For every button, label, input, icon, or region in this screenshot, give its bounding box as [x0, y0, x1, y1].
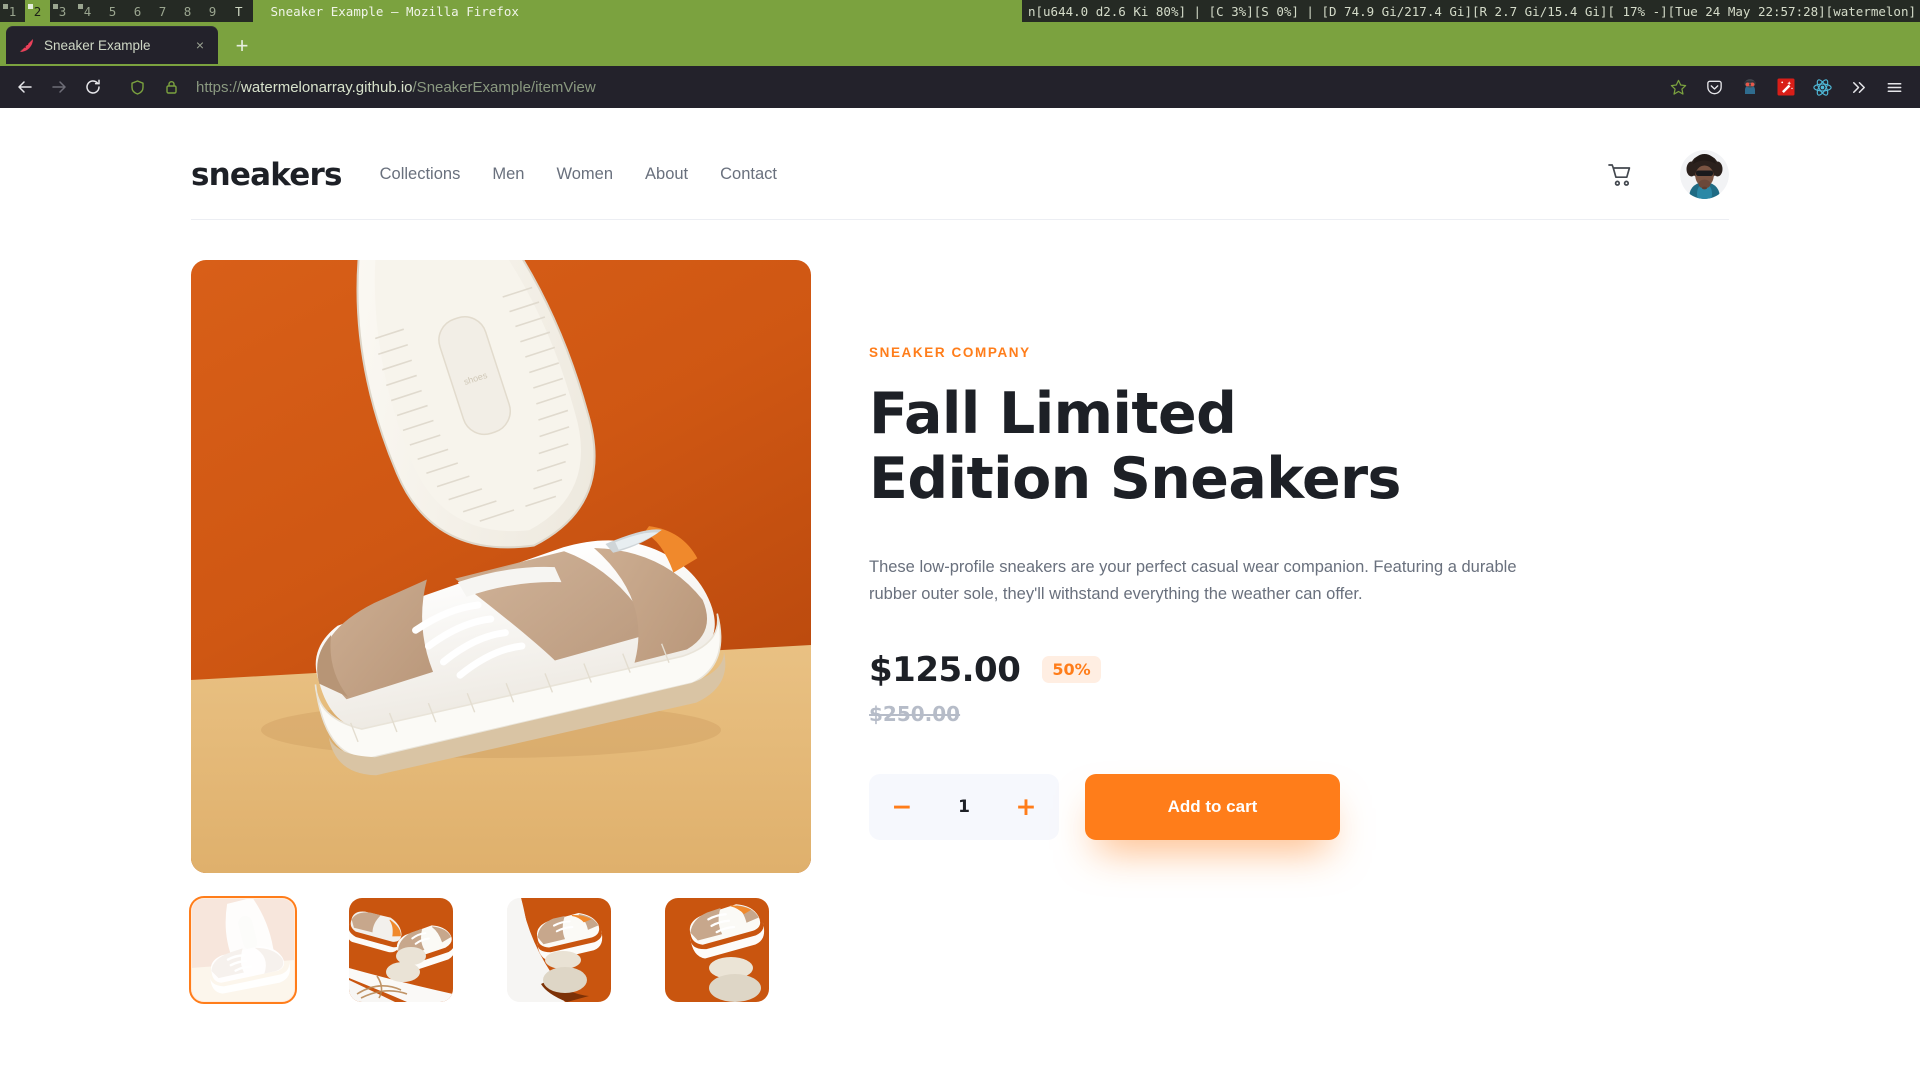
tag-label: 2: [33, 3, 42, 19]
product-section: shoes SNEAKER COMPANY Fall Limited Editi…: [189, 220, 1729, 1004]
product-gallery: shoes: [189, 260, 811, 1004]
nav-link-contact[interactable]: Contact: [720, 165, 777, 184]
browser-tab-strip: Sneaker Example × +: [0, 22, 1920, 66]
product-hero-image[interactable]: shoes: [191, 260, 811, 873]
discount-badge: 50%: [1042, 656, 1101, 684]
site-container: sneakers Collections Men Women About Con…: [189, 108, 1729, 1004]
nav-link-men[interactable]: Men: [492, 165, 524, 184]
avatar[interactable]: [1680, 150, 1729, 199]
thumbnail-2[interactable]: [349, 898, 453, 1002]
forward-arrow-icon[interactable]: [42, 72, 76, 102]
workspace-tag-5[interactable]: 5: [100, 0, 125, 22]
overflow-chevrons-icon[interactable]: [1840, 72, 1876, 102]
browser-navigation-bar: https://watermelonarray.github.io/Sneake…: [0, 66, 1920, 108]
tag-label: 7: [158, 3, 167, 19]
product-actions: − 1 + Add to cart: [869, 773, 1569, 840]
layout-label: T: [235, 3, 243, 19]
tag-indicator-icon: [53, 4, 58, 9]
tag-indicator-icon: [3, 4, 8, 9]
tag-label: 6: [133, 3, 142, 19]
url-bar[interactable]: https://watermelonarray.github.io/Sneake…: [188, 72, 1660, 102]
react-devtools-icon[interactable]: [1804, 72, 1840, 102]
add-to-cart-button[interactable]: Add to cart: [1085, 773, 1340, 840]
product-brand-eyebrow: SNEAKER COMPANY: [869, 345, 1031, 360]
tag-label: 1: [8, 3, 17, 19]
thumbnail-3[interactable]: [507, 898, 611, 1002]
url-host: watermelonarray.github.io: [241, 78, 413, 96]
tab-title: Sneaker Example: [44, 37, 151, 53]
workspace-tag-4[interactable]: 4: [75, 0, 100, 22]
browser-toolbar-actions: [1660, 72, 1912, 102]
main-navigation: Collections Men Women About Contact: [380, 165, 777, 184]
hamburger-menu-icon[interactable]: [1876, 72, 1912, 102]
wm-system-status: n[u644.0 d2.6 Ki 80%] | [C 3%][S 0%] | […: [1021, 0, 1920, 22]
browser-tab[interactable]: Sneaker Example ×: [6, 26, 218, 64]
reload-icon[interactable]: [76, 72, 110, 102]
quantity-value: 1: [958, 796, 970, 817]
layout-indicator[interactable]: T: [225, 0, 253, 22]
url-path: /SneakerExample/itemView: [412, 78, 596, 96]
tag-label: 3: [58, 3, 67, 19]
shield-icon[interactable]: [120, 72, 154, 102]
site-header: sneakers Collections Men Women About Con…: [191, 130, 1729, 220]
tag-label: 9: [208, 3, 217, 19]
workspace-tag-7[interactable]: 7: [150, 0, 175, 22]
increment-button[interactable]: +: [1015, 794, 1037, 819]
window-manager-status-bar: 1 2 3 4 5 6 7 8 9 T Sneaker Example — Mo…: [0, 0, 1920, 22]
url-scheme: https://: [196, 78, 242, 96]
magic-wand-extension-icon[interactable]: [1768, 72, 1804, 102]
lock-icon[interactable]: [154, 72, 188, 102]
workspace-tag-8[interactable]: 8: [175, 0, 200, 22]
workspace-tag-list: 1 2 3 4 5 6 7 8 9 T: [0, 0, 253, 22]
thumbnail-list: [189, 896, 811, 1004]
current-price: $125.00: [869, 649, 1021, 690]
brand-logo[interactable]: sneakers: [191, 157, 342, 193]
new-tab-button[interactable]: +: [226, 30, 258, 62]
close-icon[interactable]: ×: [190, 35, 210, 55]
product-title: Fall Limited Edition Sneakers: [869, 381, 1401, 512]
header-actions: [1608, 150, 1729, 199]
nav-link-collections[interactable]: Collections: [380, 165, 461, 184]
tag-indicator-icon: [28, 4, 33, 9]
thumbnail-active-overlay: [191, 898, 295, 1002]
tag-label: 8: [183, 3, 192, 19]
workspace-tag-6[interactable]: 6: [125, 0, 150, 22]
bookmark-star-icon[interactable]: [1660, 72, 1696, 102]
thumbnail-1[interactable]: [189, 896, 297, 1004]
product-info: SNEAKER COMPANY Fall Limited Edition Sne…: [869, 260, 1569, 1002]
wm-window-title: Sneaker Example — Mozilla Firefox: [270, 3, 519, 19]
price-row: $125.00 50%: [869, 650, 1569, 690]
workspace-tag-9[interactable]: 9: [200, 0, 225, 22]
workspace-tag-2[interactable]: 2: [25, 0, 50, 22]
watermelon-favicon-icon: [18, 37, 35, 54]
back-arrow-icon[interactable]: [8, 72, 42, 102]
workspace-tag-3[interactable]: 3: [50, 0, 75, 22]
robot-extension-icon[interactable]: [1732, 72, 1768, 102]
tag-label: 4: [83, 3, 92, 19]
nav-link-about[interactable]: About: [645, 165, 688, 184]
original-price: $250.00: [869, 701, 961, 726]
quantity-stepper: − 1 +: [869, 773, 1059, 840]
workspace-tag-1[interactable]: 1: [0, 0, 25, 22]
nav-link-women[interactable]: Women: [556, 165, 613, 184]
shopping-cart-icon[interactable]: [1608, 162, 1634, 188]
thumbnail-4[interactable]: [665, 898, 769, 1002]
tag-label: 5: [108, 3, 117, 19]
decrement-button[interactable]: −: [891, 794, 913, 819]
web-page-viewport: sneakers Collections Men Women About Con…: [0, 108, 1920, 1080]
product-description: These low-profile sneakers are your perf…: [869, 557, 1517, 603]
pocket-icon[interactable]: [1696, 72, 1732, 102]
tag-indicator-icon: [78, 4, 83, 9]
